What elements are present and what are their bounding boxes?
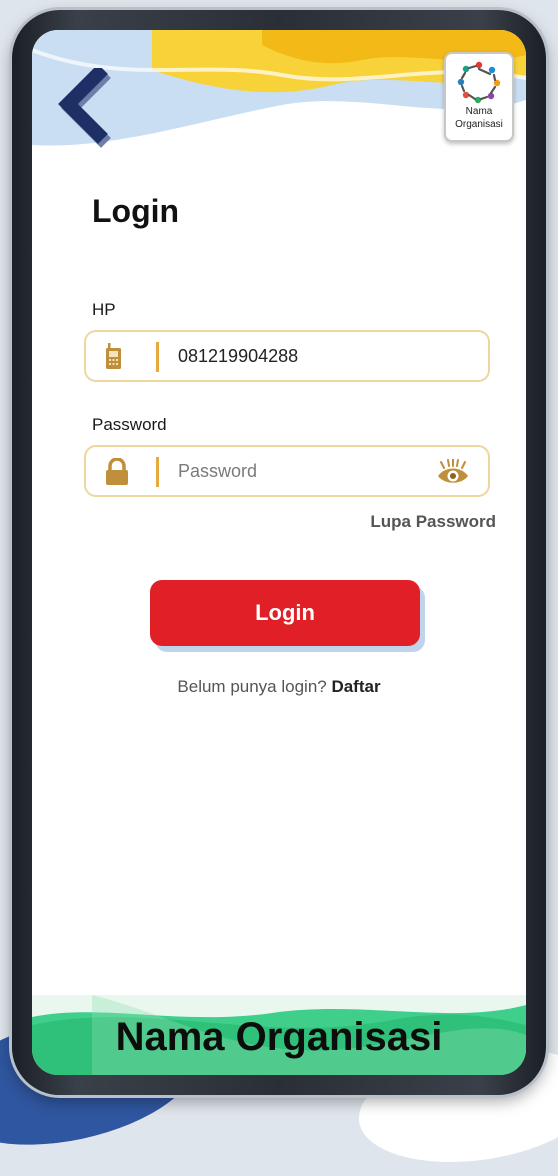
page-title: Login: [92, 193, 180, 229]
register-prompt: Belum punya login? Daftar: [32, 677, 526, 697]
password-field[interactable]: [84, 445, 490, 497]
phone-frame: Nama Organisasi Login HP Password: [12, 10, 546, 1095]
phone-icon: [106, 343, 121, 369]
footer-organization-name: Nama Organisasi: [115, 1015, 443, 1059]
eye-icon[interactable]: [436, 459, 470, 485]
lock-icon: [106, 458, 128, 485]
organization-logo-subtitle: Organisasi: [455, 119, 503, 130]
phone-input[interactable]: [178, 341, 428, 371]
phone-field[interactable]: [84, 330, 490, 382]
password-field-label: Password: [92, 415, 167, 434]
organization-logo: Nama Organisasi: [444, 52, 514, 142]
phone-field-label: HP: [92, 300, 116, 319]
register-link[interactable]: Daftar: [331, 677, 380, 696]
chevron-left-icon: [58, 64, 111, 148]
password-field-divider: [156, 457, 159, 487]
password-input[interactable]: [178, 456, 428, 486]
back-button[interactable]: [54, 64, 114, 148]
login-button[interactable]: Login: [150, 580, 420, 646]
people-circle-icon: [457, 61, 501, 104]
phone-field-divider: [156, 342, 159, 372]
organization-logo-name: Nama: [465, 106, 493, 117]
register-prompt-text: Belum punya login?: [177, 677, 332, 696]
forgot-password-link[interactable]: Lupa Password: [370, 512, 496, 532]
phone-screen: Nama Organisasi Login HP Password: [32, 30, 526, 1075]
footer-banner: Nama Organisasi: [32, 995, 526, 1075]
